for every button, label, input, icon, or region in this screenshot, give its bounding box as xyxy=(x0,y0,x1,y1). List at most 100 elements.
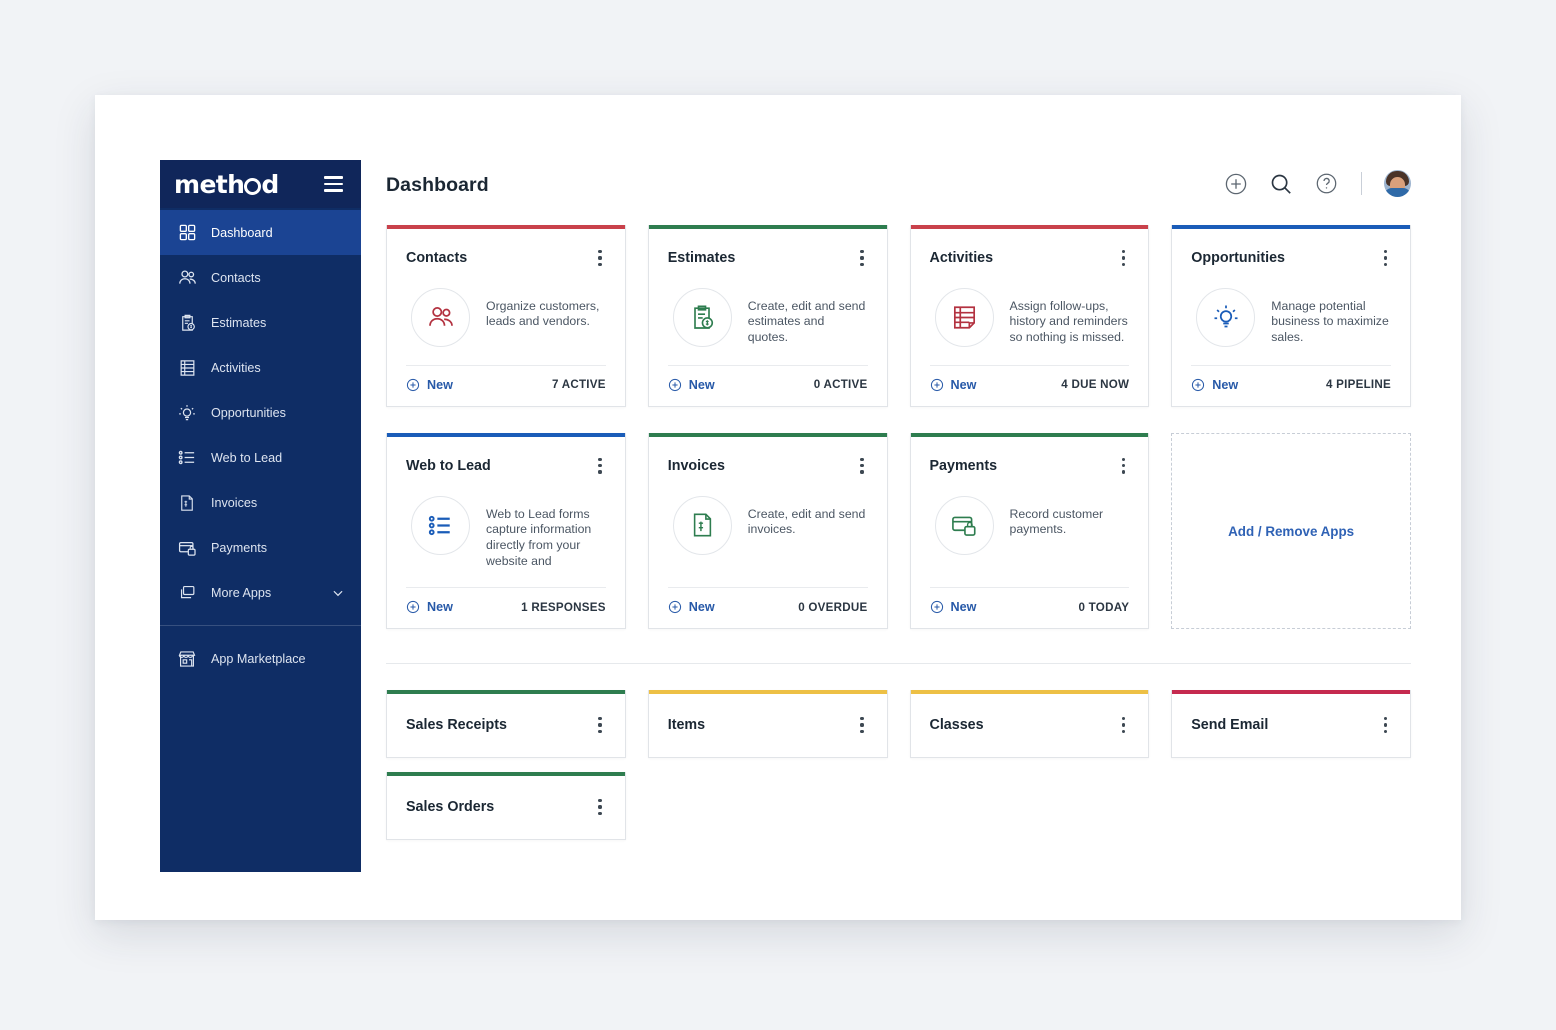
method-logo[interactable]: meth d xyxy=(174,172,279,197)
card-header: Send Email xyxy=(1172,694,1410,757)
card-title: Send Email xyxy=(1191,717,1269,734)
card-title: Estimates xyxy=(667,249,736,266)
card-title: Activities xyxy=(929,249,994,266)
card-menu-icon[interactable] xyxy=(1116,246,1131,270)
card-header: Classes xyxy=(911,694,1149,757)
card-menu-icon[interactable] xyxy=(592,795,607,819)
card-menu-icon[interactable] xyxy=(1378,713,1393,737)
mini-card-sales-receipts[interactable]: Sales Receipts xyxy=(386,690,626,759)
app-card-invoices[interactable]: Invoices Create, edit and send invoices. xyxy=(647,432,888,630)
avatar[interactable] xyxy=(1384,170,1411,197)
card-menu-icon[interactable] xyxy=(592,246,607,270)
card-count: 0 OVERDUE xyxy=(798,600,868,614)
card-header: Estimates xyxy=(649,229,887,270)
sidebar-item-web-to-lead[interactable]: Web to Lead xyxy=(160,435,361,480)
hamburger-menu-icon[interactable] xyxy=(322,172,345,195)
sidebar-item-activities[interactable]: Activities xyxy=(160,345,361,390)
card-menu-icon[interactable] xyxy=(854,246,869,270)
card-description: Organize customers, leads and vendors. xyxy=(486,298,600,329)
card-footer: New 0 TODAY xyxy=(929,587,1130,628)
card-menu-icon[interactable] xyxy=(1378,246,1393,270)
card-count: 1 RESPONSES xyxy=(521,600,606,614)
page-title: Dashboard xyxy=(386,174,489,196)
sidebar-item-opportunities[interactable]: Opportunities xyxy=(160,390,361,435)
card-menu-icon[interactable] xyxy=(592,713,607,737)
mini-card-classes[interactable]: Classes xyxy=(909,690,1150,759)
new-button-label: New xyxy=(1212,377,1239,392)
card-body: Organize customers, leads and vendors. xyxy=(387,270,625,347)
new-button[interactable]: New xyxy=(668,600,715,614)
mini-card-items[interactable]: Items xyxy=(647,690,888,759)
card-description: Assign follow-ups, history and reminders… xyxy=(1009,298,1128,345)
plus-circle-icon xyxy=(406,378,420,391)
card-header: Items xyxy=(649,694,887,757)
new-button-label: New xyxy=(950,600,977,615)
app-card-estimates[interactable]: Estimates Create, edit and send estimate… xyxy=(647,225,888,407)
card-header: Web to Lead xyxy=(387,437,625,478)
sidebar-item-label: Contacts xyxy=(211,270,261,285)
plus-circle-icon[interactable] xyxy=(1223,171,1249,197)
card-header: Invoices xyxy=(649,437,887,478)
card-lock-icon xyxy=(176,537,198,559)
brand-row: meth d xyxy=(160,160,361,208)
sidebar-nav-list: Dashboard Contacts Estimates Activities … xyxy=(160,208,361,681)
card-menu-icon[interactable] xyxy=(854,713,869,737)
new-button[interactable]: New xyxy=(1191,378,1238,392)
card-description: Create, edit and send invoices. xyxy=(747,506,866,537)
new-button[interactable]: New xyxy=(668,378,715,392)
stack-icon xyxy=(176,582,198,604)
card-footer: New 4 DUE NOW xyxy=(929,364,1130,406)
sidebar-item-estimates[interactable]: Estimates xyxy=(160,300,361,345)
add-remove-apps-card[interactable]: Add / Remove Apps xyxy=(1171,432,1411,630)
card-menu-icon[interactable] xyxy=(854,454,869,478)
help-circle-icon[interactable] xyxy=(1313,171,1339,197)
sidebar-item-label: Web to Lead xyxy=(211,450,283,465)
sidebar-item-invoices[interactable]: Invoices xyxy=(160,480,361,525)
sidebar-item-label: Payments xyxy=(211,540,267,555)
new-button-label: New xyxy=(688,600,715,615)
plus-circle-icon xyxy=(668,601,681,614)
new-button[interactable]: New xyxy=(406,378,453,392)
mini-card-send-email[interactable]: Send Email xyxy=(1171,690,1411,759)
card-body: Assign follow-ups, history and reminders… xyxy=(911,270,1149,347)
invoice-icon xyxy=(672,495,732,555)
card-row-1: Contacts Organize customers, leads and v… xyxy=(386,225,1411,407)
new-button[interactable]: New xyxy=(406,600,453,614)
app-card-activities[interactable]: Activities Assign follow-ups, history an… xyxy=(909,225,1150,407)
card-footer: New 0 OVERDUE xyxy=(667,587,868,628)
new-button[interactable]: New xyxy=(930,600,977,615)
app-card-opportunities[interactable]: Opportunities Manage potential business … xyxy=(1171,225,1411,407)
card-title: Classes xyxy=(929,717,984,734)
card-header: Payments xyxy=(911,437,1149,478)
new-button[interactable]: New xyxy=(930,378,976,392)
bullet-list-icon xyxy=(411,495,470,555)
add-remove-apps-label[interactable]: Add / Remove Apps xyxy=(1228,524,1354,539)
card-menu-icon[interactable] xyxy=(1116,713,1131,737)
cards-area: Contacts Organize customers, leads and v… xyxy=(361,225,1461,840)
card-count: 0 ACTIVE xyxy=(813,378,868,392)
card-count: 4 PIPELINE xyxy=(1326,378,1391,392)
card-header: Sales Orders xyxy=(387,776,625,839)
app-card-web-to-lead[interactable]: Web to Lead Web to Lead forms capture in… xyxy=(386,432,626,630)
app-card-payments[interactable]: Payments Record customer payments. New 0… xyxy=(909,432,1150,630)
app-card-contacts[interactable]: Contacts Organize customers, leads and v… xyxy=(386,225,626,407)
card-footer: New 7 ACTIVE xyxy=(406,364,606,406)
card-body: Create, edit and send invoices. xyxy=(649,478,887,569)
card-menu-icon[interactable] xyxy=(1116,454,1131,478)
sidebar-item-more-apps[interactable]: More Apps xyxy=(160,570,361,615)
card-title: Invoices xyxy=(667,457,725,474)
card-row-2: Web to Lead Web to Lead forms capture in… xyxy=(386,432,1411,630)
search-icon[interactable] xyxy=(1268,171,1294,197)
sidebar-item-contacts[interactable]: Contacts xyxy=(160,255,361,300)
sidebar-item-payments[interactable]: Payments xyxy=(160,525,361,570)
card-body: Web to Lead forms capture information di… xyxy=(387,478,625,569)
mini-card-sales-orders[interactable]: Sales Orders xyxy=(386,772,626,840)
card-title: Payments xyxy=(929,457,998,474)
clipboard-dollar-icon xyxy=(176,312,198,334)
new-button-label: New xyxy=(688,377,715,392)
sidebar-item-label: Estimates xyxy=(211,315,267,330)
sidebar-item-dashboard[interactable]: Dashboard xyxy=(160,210,361,255)
card-menu-icon[interactable] xyxy=(592,454,607,478)
sidebar-item-app-marketplace[interactable]: App Marketplace xyxy=(160,636,361,681)
chevron-down-icon[interactable] xyxy=(331,586,345,600)
